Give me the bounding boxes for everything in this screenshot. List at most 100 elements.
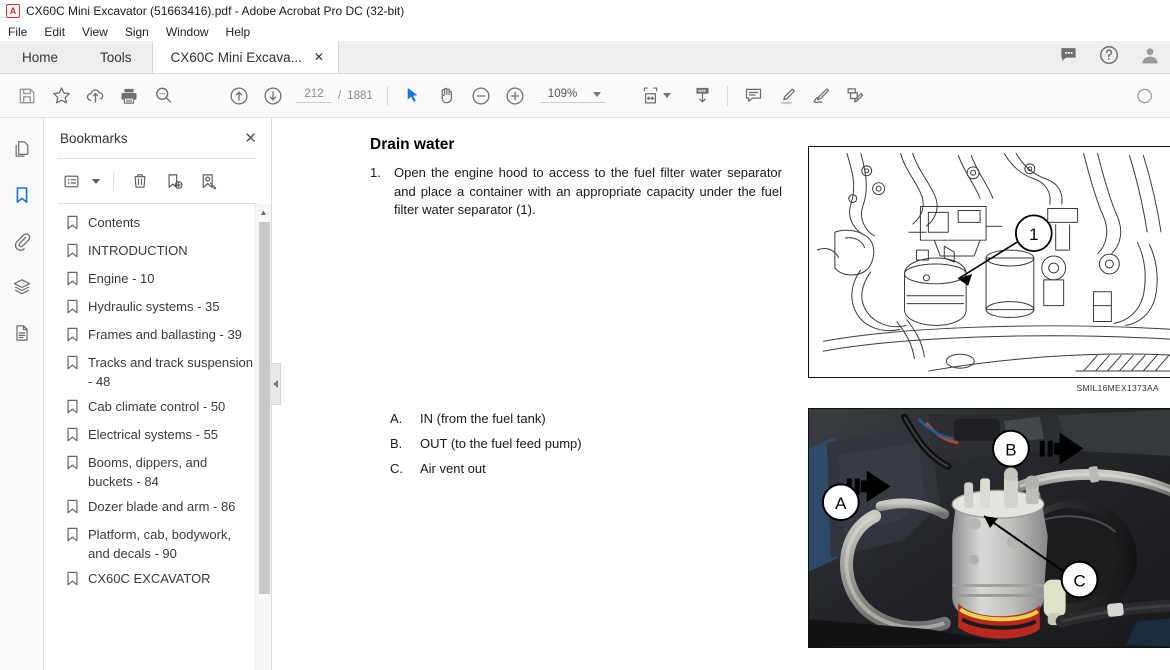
page-fit-icon[interactable] (633, 79, 667, 113)
legend-text: Air vent out (420, 461, 486, 476)
bookmark-item[interactable]: Dozer blade and arm - 86 (44, 494, 271, 522)
cloud-upload-icon[interactable] (78, 79, 112, 113)
bookmarks-icon[interactable] (7, 180, 37, 210)
bookmark-item[interactable]: INTRODUCTION (44, 238, 271, 266)
print-icon[interactable] (112, 79, 146, 113)
tab-home[interactable]: Home (0, 41, 81, 73)
attachments-icon[interactable] (7, 226, 37, 256)
bookmark-item[interactable]: Cab climate control - 50 (44, 394, 271, 422)
bookmark-icon (66, 527, 79, 547)
title-bar: A CX60C Mini Excavator (51663416).pdf - … (0, 0, 1170, 22)
bookmark-item[interactable]: Tracks and track suspension - 48 (44, 350, 271, 394)
fill-and-sign-icon[interactable] (838, 79, 872, 113)
panel-collapse-handle[interactable] (270, 363, 281, 405)
account-avatar-icon[interactable] (1140, 45, 1160, 70)
add-comment-icon[interactable] (736, 79, 770, 113)
menu-window[interactable]: Window (166, 25, 209, 39)
bookmark-item[interactable]: Platform, cab, bodywork, and decals - 90 (44, 522, 271, 566)
menu-view[interactable]: View (82, 25, 108, 39)
arrow-up-circle-icon[interactable] (222, 79, 256, 113)
chevron-left-icon (272, 380, 278, 388)
scroll-up-icon[interactable]: ▲ (256, 204, 271, 220)
view-tools-group: 109% (396, 79, 606, 113)
bookmark-item[interactable]: Hydraulic systems - 35 (44, 294, 271, 322)
destinations-icon[interactable] (7, 318, 37, 348)
page-fit-chevron-down-icon[interactable] (663, 93, 672, 98)
hand-tool-icon[interactable] (430, 79, 464, 113)
bookmark-item[interactable]: Engine - 10 (44, 266, 271, 294)
figure-caption: SMIL16MEX1373AA 1 (808, 383, 1170, 393)
menu-edit[interactable]: Edit (44, 25, 65, 39)
acrobat-app-icon: A (6, 4, 20, 18)
page-thumbnails-icon[interactable] (7, 134, 37, 164)
tab-document[interactable]: CX60C Mini Excava... ✕ (151, 41, 339, 73)
file-actions-group (10, 79, 180, 113)
save-icon[interactable] (10, 79, 44, 113)
search-icon[interactable] (146, 79, 180, 113)
bookmark-label: Engine - 10 (88, 271, 155, 286)
draw-freehand-icon[interactable] (804, 79, 838, 113)
menu-file[interactable]: File (8, 25, 27, 39)
bookmarks-scrollbar[interactable]: ▲ (255, 204, 271, 670)
scroll-mode-icon[interactable] (685, 79, 719, 113)
total-pages-label: 1881 (347, 89, 373, 102)
legend-key: C. (390, 461, 403, 476)
new-bookmark-icon[interactable] (161, 168, 187, 194)
bookmark-item[interactable]: CX60C EXCAVATOR (44, 566, 271, 594)
zoom-level-selector[interactable]: 109% (539, 88, 606, 103)
bookmark-icon (66, 399, 79, 419)
fuel-filter-photo: A B C (808, 408, 1170, 648)
bookmark-options-icon[interactable] (58, 168, 84, 194)
tab-document-label: CX60C Mini Excava... (170, 49, 302, 65)
chevron-down-icon[interactable] (593, 91, 602, 97)
svg-text:A: A (835, 494, 847, 513)
bookmark-label: Cab climate control - 50 (88, 399, 226, 414)
procedure-step: 1. Open the engine hood to access to the… (370, 164, 782, 220)
tab-bar-spacer (338, 41, 1059, 73)
bookmark-label: Platform, cab, bodywork, and decals - 90 (88, 527, 232, 561)
page-number-box: / 1881 (296, 88, 373, 103)
bookmark-options-chevron-down-icon[interactable] (92, 178, 100, 184)
scrollbar-thumb[interactable] (259, 222, 270, 594)
close-icon[interactable]: ✕ (314, 50, 324, 64)
arrow-down-circle-icon[interactable] (256, 79, 290, 113)
bookmark-label: Contents (88, 215, 141, 230)
delete-bookmark-icon[interactable] (127, 168, 153, 194)
select-cursor-icon[interactable] (396, 79, 430, 113)
tab-tools[interactable]: Tools (80, 41, 152, 73)
legend-item: A. IN (from the fuel tank) (390, 406, 582, 431)
edit-bookmark-icon[interactable] (195, 168, 221, 194)
bookmarks-panel-header: Bookmarks ✕ (44, 118, 271, 158)
menu-help[interactable]: Help (226, 25, 251, 39)
page-number-input[interactable] (296, 88, 332, 103)
menu-sign[interactable]: Sign (125, 25, 149, 39)
zoom-out-icon[interactable] (464, 79, 498, 113)
comment-icon[interactable] (1059, 45, 1078, 69)
svg-text:B: B (1005, 441, 1016, 460)
svg-text:C: C (1073, 572, 1085, 591)
bookmarks-toolbar (44, 159, 271, 203)
page-navigation-group: / 1881 (222, 79, 379, 113)
layers-icon[interactable] (7, 272, 37, 302)
bookmark-item[interactable]: Electrical systems - 55 (44, 422, 271, 450)
star-icon[interactable] (44, 79, 78, 113)
bookmarks-list[interactable]: Contents INTRODUCTION Engine - 10 Hydrau… (44, 204, 271, 670)
document-viewport[interactable]: Drain water 1. Open the engine hood to a… (272, 118, 1170, 670)
toolbar-overflow-icon[interactable] (1126, 79, 1160, 113)
bookmark-item[interactable]: Contents (44, 210, 271, 238)
main-area: Bookmarks ✕ Contents INTRODUCTION Engine… (0, 118, 1170, 670)
svg-text:1: 1 (1029, 225, 1038, 244)
bookmarks-panel-title: Bookmarks (60, 130, 128, 146)
bookmark-item[interactable]: Booms, dippers, and buckets - 84 (44, 450, 271, 494)
bookmark-label: INTRODUCTION (88, 243, 188, 258)
navigation-rail (0, 118, 44, 670)
zoom-in-icon[interactable] (498, 79, 532, 113)
figure-caption-code: SMIL16MEX1373AA (1076, 383, 1159, 393)
highlight-text-icon[interactable] (770, 79, 804, 113)
bookmark-icon (66, 243, 79, 263)
bookmark-label: Dozer blade and arm - 86 (88, 499, 236, 514)
help-icon[interactable] (1098, 44, 1120, 71)
bookmark-item[interactable]: Frames and ballasting - 39 (44, 322, 271, 350)
close-icon[interactable]: ✕ (244, 131, 257, 146)
legend-key: B. (390, 436, 403, 451)
